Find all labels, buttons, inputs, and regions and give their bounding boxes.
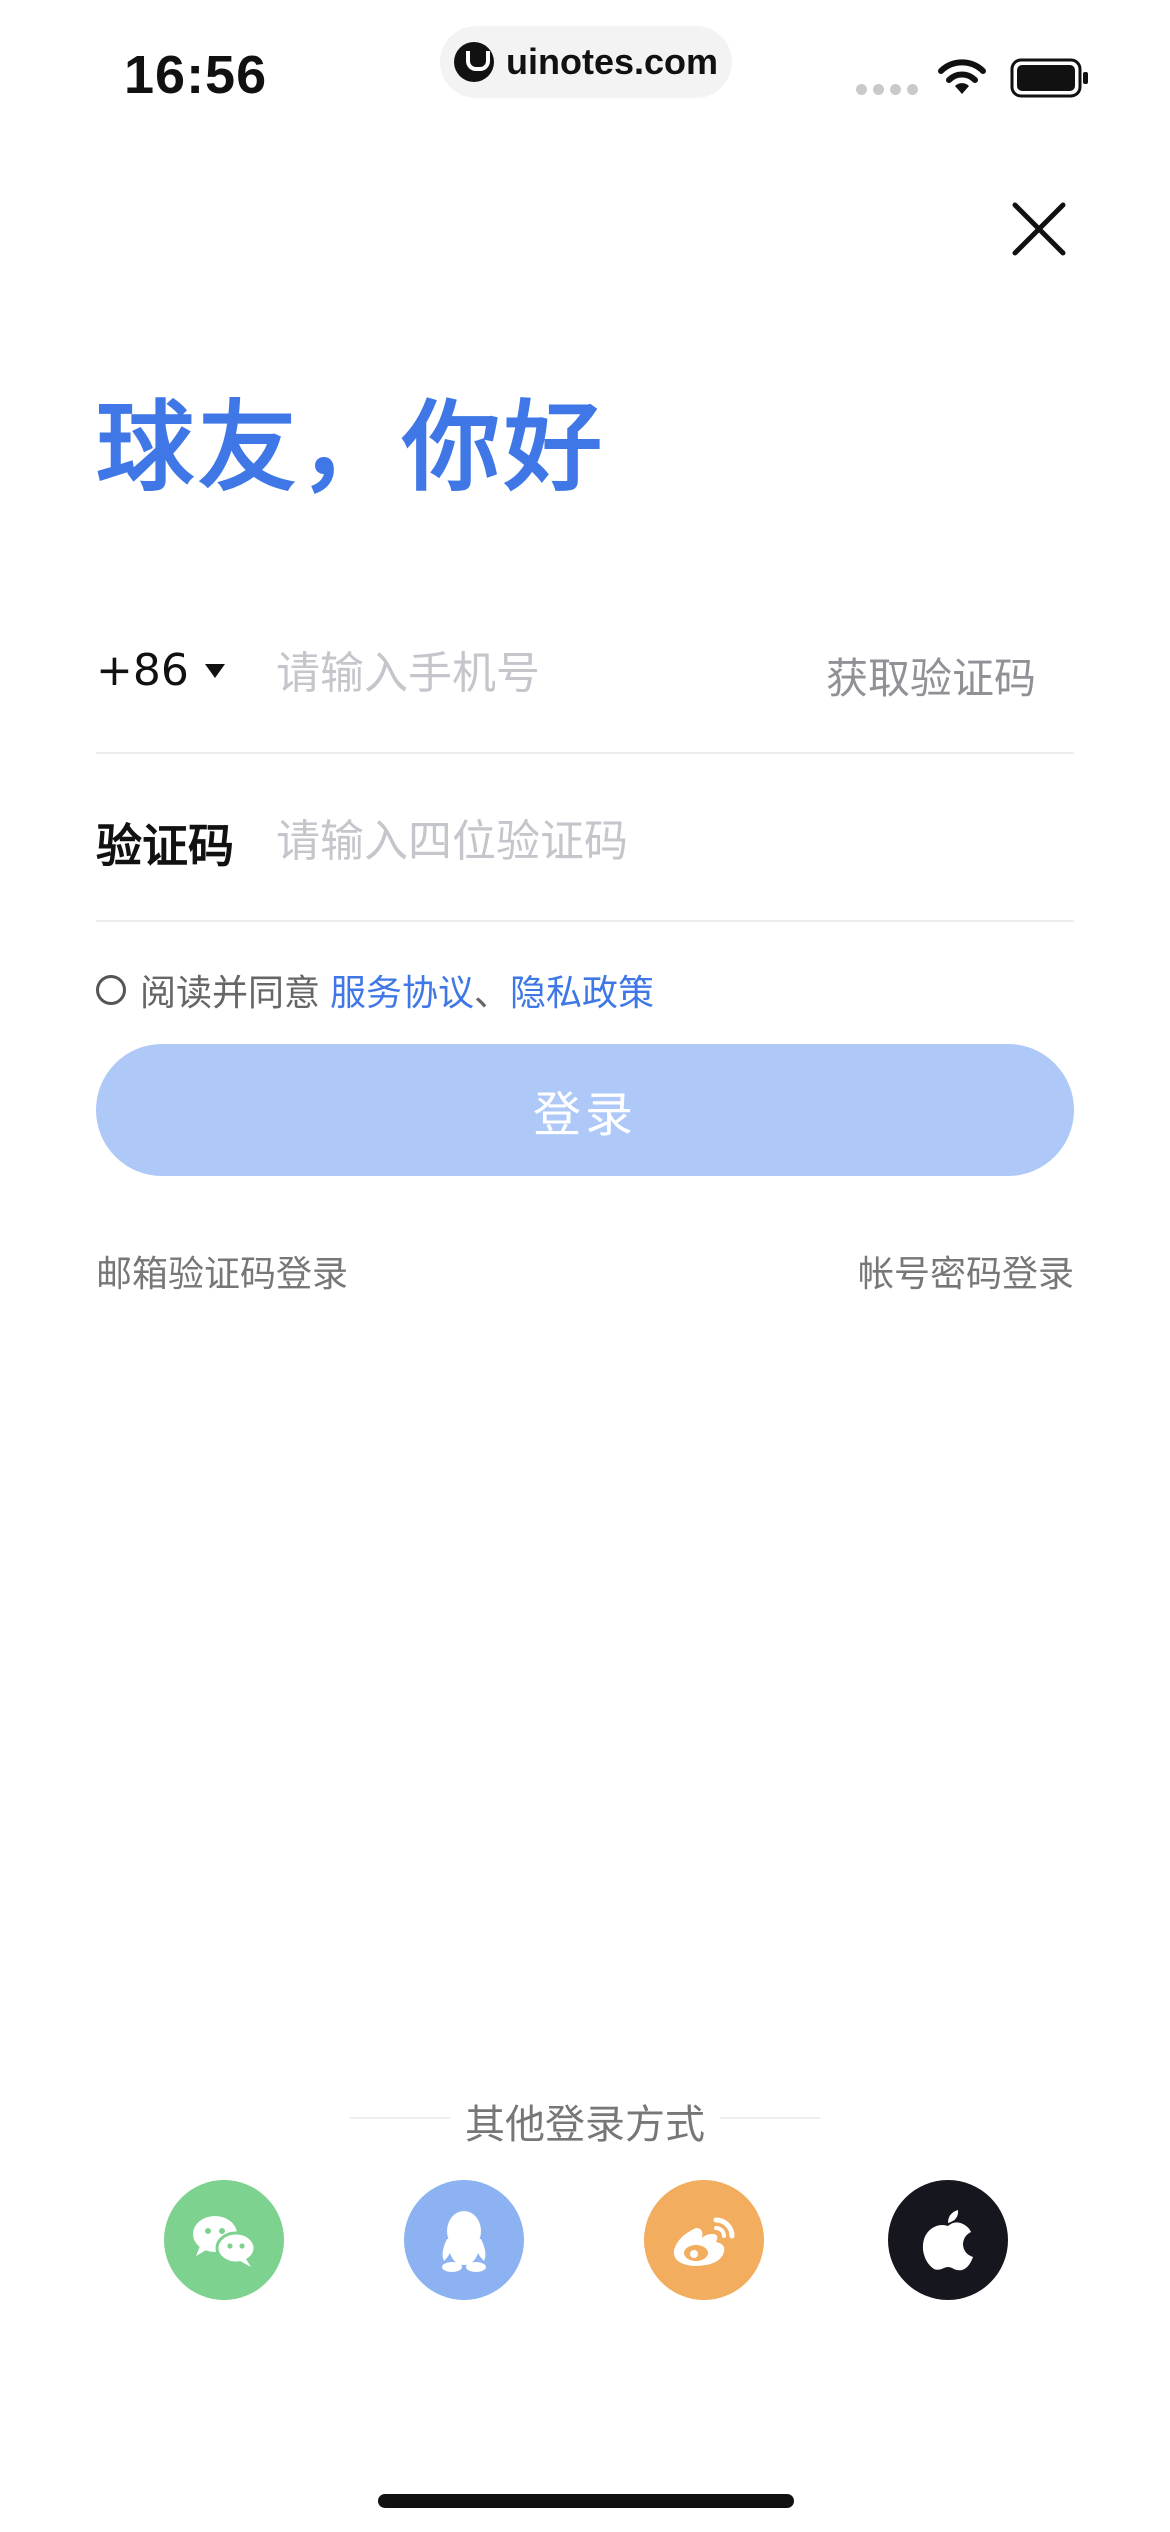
- email-code-login-link[interactable]: 邮箱验证码登录: [96, 1245, 348, 1297]
- cellular-signal-icon: [856, 84, 918, 95]
- agreement-prefix: 阅读并同意: [140, 973, 321, 1014]
- wechat-icon: [193, 2216, 257, 2267]
- site-logo-icon: [454, 42, 494, 82]
- weibo-icon: [673, 2217, 735, 2266]
- agreement-row: 阅读并同意 服务协议 、 隐私政策: [96, 964, 654, 1016]
- country-code-selector[interactable]: +86: [96, 645, 225, 696]
- account-password-login-link[interactable]: 帐号密码登录: [858, 1245, 1074, 1297]
- other-login-title: 其他登录方式: [465, 2102, 705, 2148]
- phone-input[interactable]: [276, 638, 796, 708]
- agree-checkbox[interactable]: [96, 975, 126, 1005]
- caret-down-icon: [204, 663, 225, 678]
- apple-login-button[interactable]: [888, 2180, 1008, 2300]
- qq-icon: [442, 2211, 486, 2272]
- wifi-icon: [938, 59, 986, 94]
- divider: [96, 752, 1074, 754]
- url-text: uinotes.com: [506, 41, 719, 82]
- qq-login-button[interactable]: [404, 2180, 524, 2300]
- code-label: 验证码: [96, 819, 234, 873]
- battery-icon: [1010, 58, 1088, 98]
- apple-icon: [922, 2210, 973, 2271]
- home-indicator: [378, 2494, 794, 2508]
- privacy-link[interactable]: 隐私政策: [510, 964, 654, 1016]
- status-time: 16:56: [124, 45, 268, 105]
- page-title: 球友，你好: [96, 391, 607, 505]
- url-pill[interactable]: uinotes.com: [440, 26, 732, 98]
- close-icon[interactable]: [1010, 200, 1068, 258]
- weibo-login-button[interactable]: [644, 2180, 764, 2300]
- country-code-label: +86: [96, 645, 189, 696]
- wechat-login-button[interactable]: [164, 2180, 284, 2300]
- code-input[interactable]: [276, 806, 1036, 876]
- agreement-separator: 、: [474, 973, 511, 1014]
- login-button[interactable]: 登录: [96, 1044, 1074, 1176]
- terms-link[interactable]: 服务协议: [330, 964, 474, 1016]
- get-code-button[interactable]: 获取验证码: [826, 645, 1036, 706]
- divider: [96, 920, 1074, 922]
